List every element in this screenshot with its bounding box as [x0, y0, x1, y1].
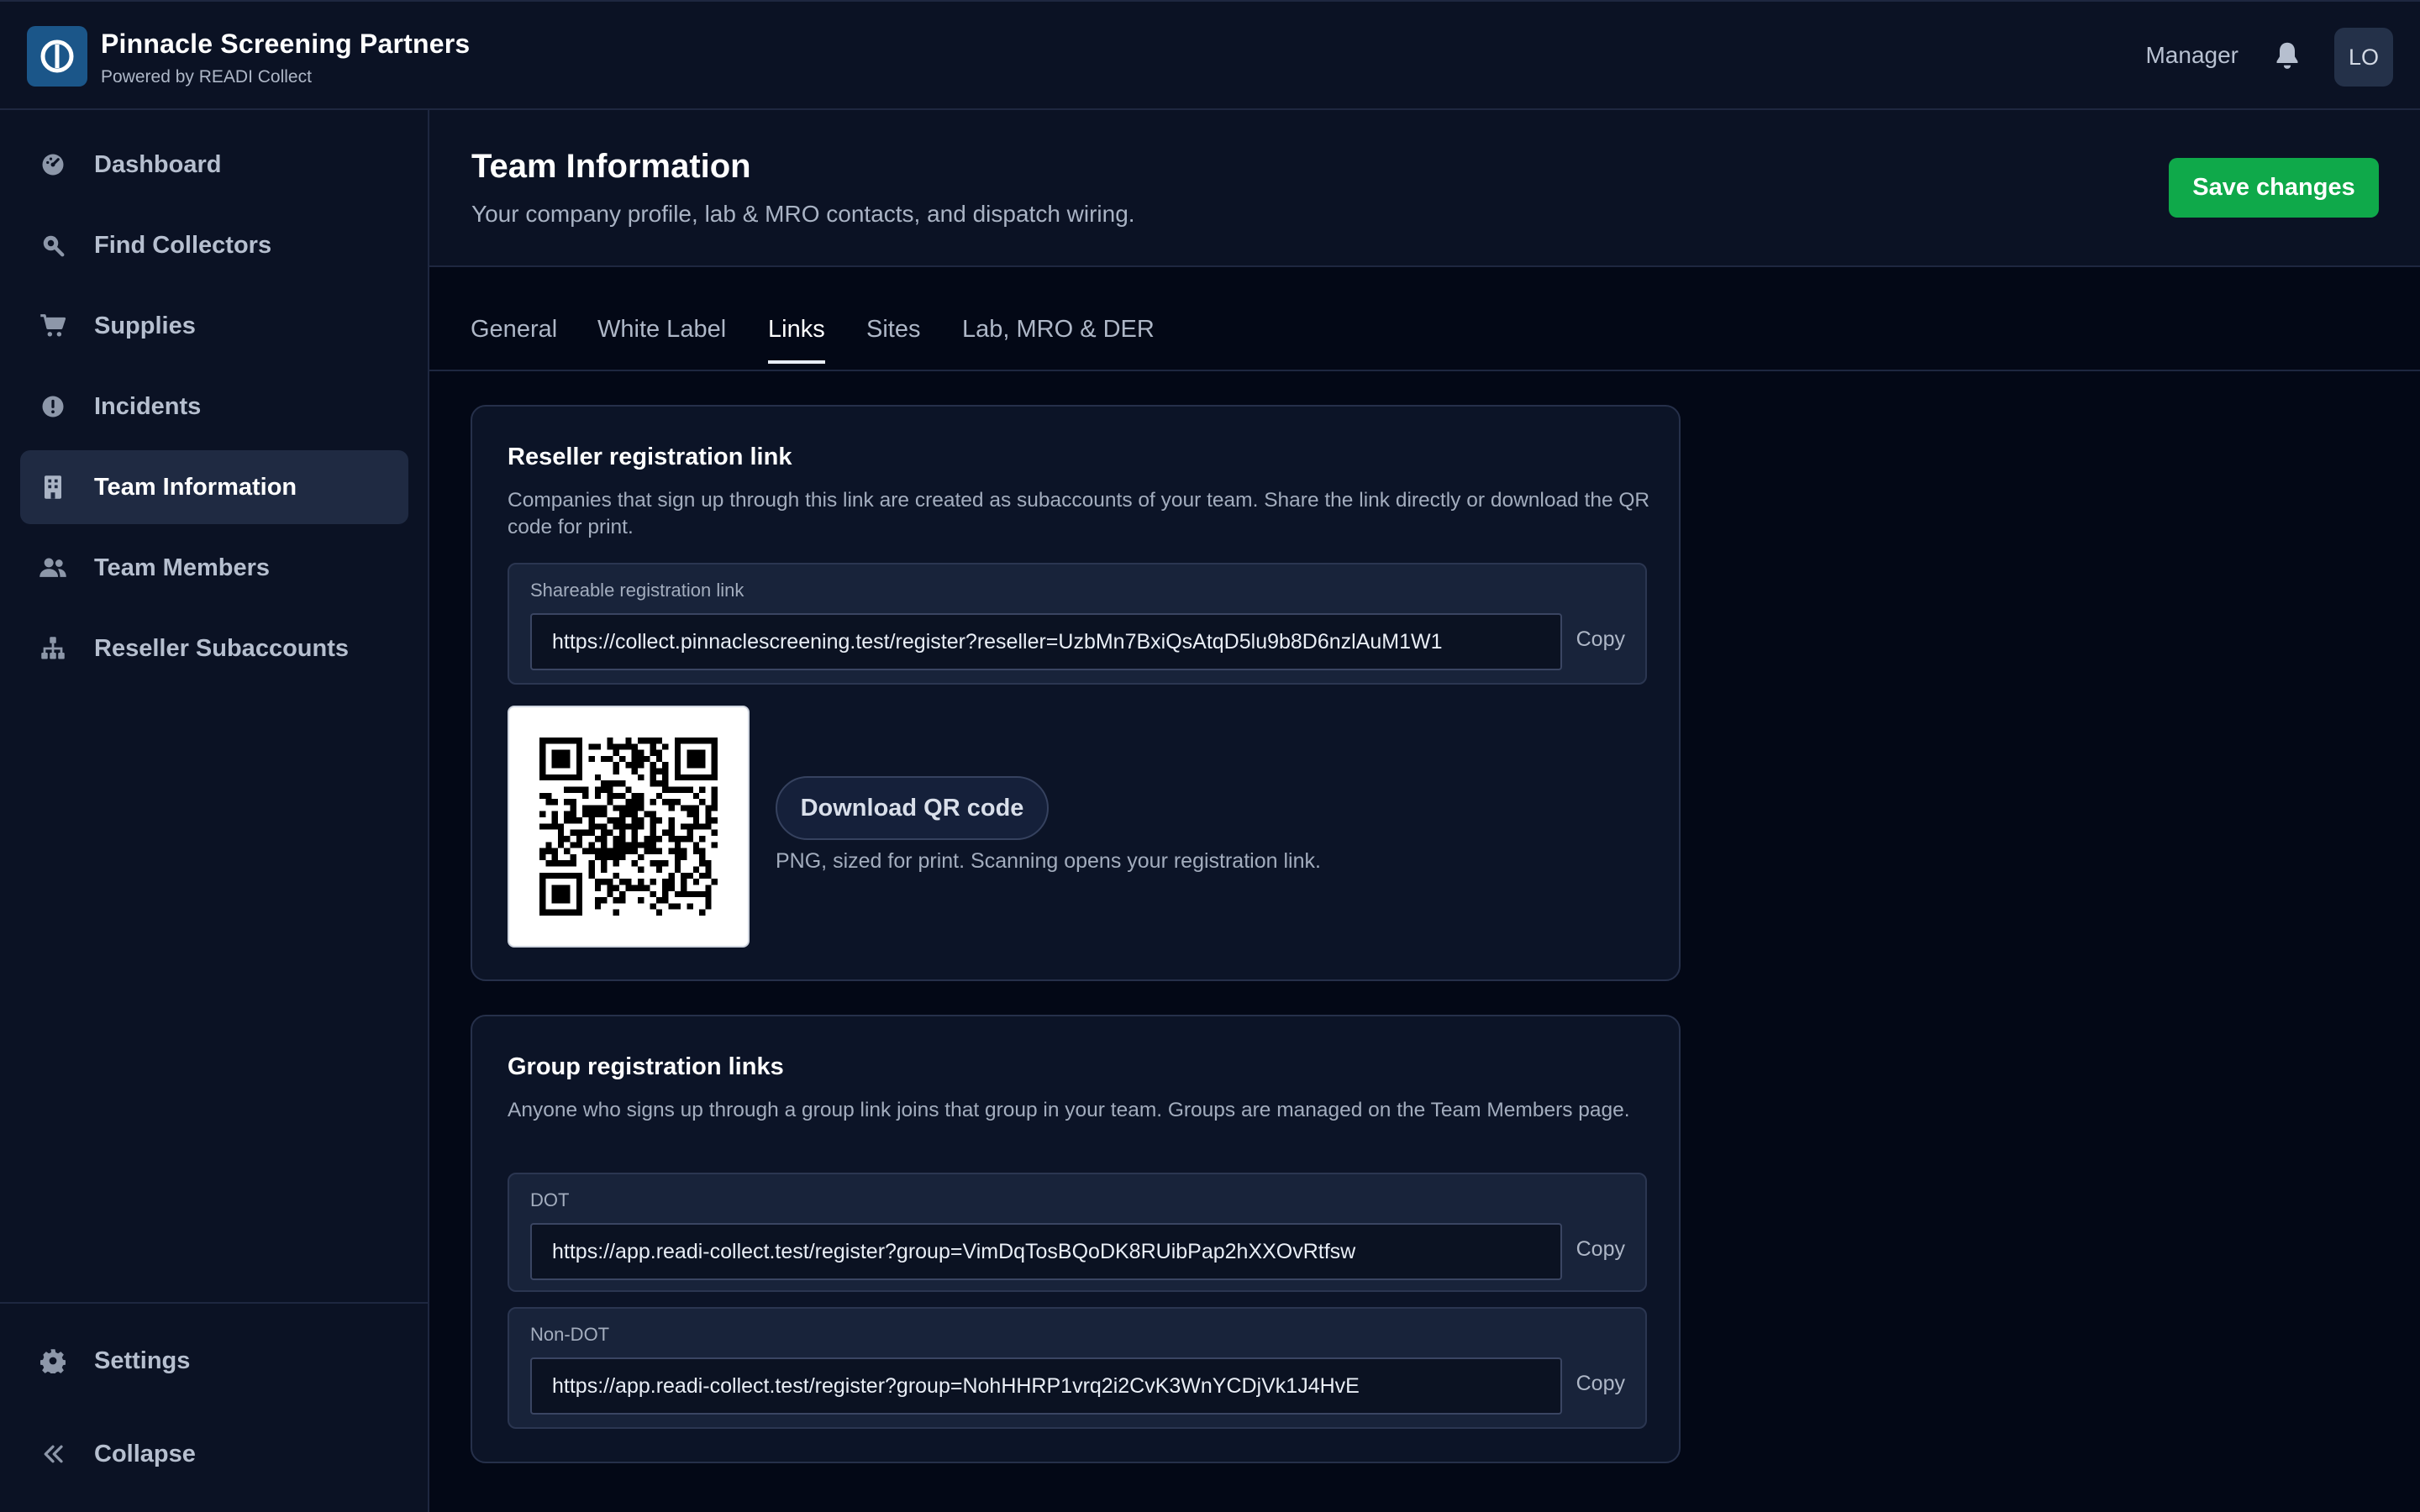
copy-non-dot-link-button[interactable]: Copy: [1576, 1372, 1625, 1396]
cart-icon: [37, 310, 69, 342]
role-switcher[interactable]: Manager: [2145, 42, 2238, 69]
hierarchy-icon: [37, 633, 69, 664]
dot-link-input[interactable]: [530, 1223, 1562, 1280]
tab-lab-mro-der[interactable]: Lab, MRO & DER: [962, 316, 1155, 360]
sidebar-item-label: Team Members: [94, 554, 270, 581]
link-label: Non-DOT: [530, 1324, 610, 1345]
link-label: DOT: [530, 1189, 570, 1210]
sidebar-item-incidents[interactable]: Incidents: [20, 370, 408, 444]
brand-logo-icon[interactable]: [27, 26, 87, 87]
sidebar: Dashboard Find Collectors Supplies Incid…: [0, 110, 429, 1512]
link-label: Shareable registration link: [530, 580, 744, 601]
tab-sites[interactable]: Sites: [866, 316, 920, 360]
sidebar-item-label: Settings: [94, 1347, 191, 1374]
copy-dot-link-button[interactable]: Copy: [1576, 1237, 1625, 1262]
alert-icon: [37, 391, 69, 423]
dot-link-box: DOT Copy: [508, 1173, 1647, 1292]
copy-reseller-link-button[interactable]: Copy: [1576, 627, 1625, 652]
dashboard-icon: [37, 149, 69, 181]
sidebar-item-label: Supplies: [94, 312, 196, 339]
notifications-bell-icon[interactable]: [2270, 39, 2304, 72]
page-title: Team Information: [471, 148, 751, 185]
sidebar-item-find-collectors[interactable]: Find Collectors: [20, 208, 408, 282]
sidebar-item-label: Collapse: [94, 1440, 196, 1467]
tab-general[interactable]: General: [471, 316, 557, 360]
user-avatar[interactable]: LO: [2334, 28, 2393, 87]
sidebar-item-label: Team Information: [94, 473, 297, 501]
sidebar-item-team-information[interactable]: Team Information: [20, 450, 408, 524]
page-subtitle: Your company profile, lab & MRO contacts…: [471, 201, 1135, 227]
sidebar-divider: [0, 1302, 428, 1304]
card-description: Anyone who signs up through a group link…: [508, 1099, 1630, 1121]
collapse-icon: [37, 1438, 69, 1470]
sidebar-item-label: Incidents: [94, 392, 202, 420]
card-description: Companies that sign up through this link…: [508, 489, 1650, 538]
reseller-link-input[interactable]: [530, 613, 1562, 670]
save-changes-button[interactable]: Save changes: [2169, 158, 2379, 218]
sidebar-item-label: Find Collectors: [94, 231, 272, 259]
sidebar-collapse-button[interactable]: Collapse: [20, 1417, 408, 1491]
download-qr-code-button[interactable]: Download QR code: [776, 776, 1049, 840]
page-header: Team Information Your company profile, l…: [429, 110, 2420, 267]
reseller-registration-card: Reseller registration link Companies tha…: [471, 405, 1681, 981]
tab-bar: General White Label Links Sites Lab, MRO…: [429, 267, 2420, 371]
sidebar-item-reseller-subaccounts[interactable]: Reseller Subaccounts: [20, 612, 408, 685]
non-dot-link-box: Non-DOT Copy: [508, 1307, 1647, 1429]
brand-name: Pinnacle Screening Partners: [101, 29, 471, 59]
sidebar-item-team-members[interactable]: Team Members: [20, 531, 408, 605]
sidebar-item-supplies[interactable]: Supplies: [20, 289, 408, 363]
building-icon: [37, 471, 69, 503]
download-hint: PNG, sized for print. Scanning opens you…: [776, 849, 1321, 873]
non-dot-link-input[interactable]: [530, 1357, 1562, 1415]
gear-icon: [37, 1345, 69, 1377]
qr-code-image: [508, 706, 750, 948]
reseller-link-box: Shareable registration link Copy: [508, 563, 1647, 685]
users-icon: [37, 552, 69, 584]
card-title: Reseller registration link: [508, 444, 792, 470]
brand-subtitle: Powered by READI Collect: [101, 67, 312, 87]
sidebar-item-dashboard[interactable]: Dashboard: [20, 128, 408, 202]
search-icon: [37, 229, 69, 261]
group-registration-card: Group registration links Anyone who sign…: [471, 1015, 1681, 1463]
sidebar-item-label: Dashboard: [94, 150, 222, 178]
tab-white-label[interactable]: White Label: [597, 316, 726, 360]
top-bar: Pinnacle Screening Partners Powered by R…: [0, 0, 2420, 110]
sidebar-item-label: Reseller Subaccounts: [94, 634, 349, 662]
sidebar-item-settings[interactable]: Settings: [20, 1324, 408, 1398]
card-title: Group registration links: [508, 1053, 784, 1080]
tab-links[interactable]: Links: [768, 316, 825, 364]
